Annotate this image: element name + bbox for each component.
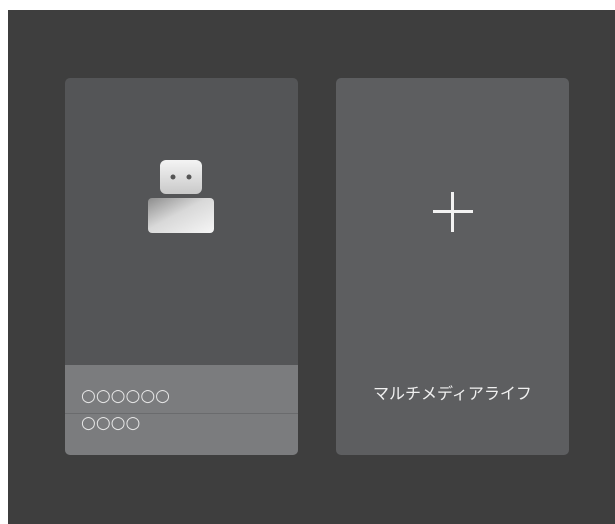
- usb-drive-icon: [148, 160, 214, 234]
- usb-device-subname: ○○○○: [81, 413, 141, 433]
- usb-label-area: ○○○○○○ ○○○○: [65, 365, 298, 455]
- plus-icon: [433, 192, 473, 232]
- usb-device-name: ○○○○○○: [81, 386, 171, 406]
- usb-device-card[interactable]: ○○○○○○ ○○○○: [65, 78, 298, 455]
- device-selection-screen: ○○○○○○ ○○○○ マルチメディアライフ: [8, 10, 615, 524]
- add-multimedia-label: マルチメディアライフ: [373, 384, 532, 403]
- add-multimedia-card[interactable]: マルチメディアライフ: [336, 78, 569, 455]
